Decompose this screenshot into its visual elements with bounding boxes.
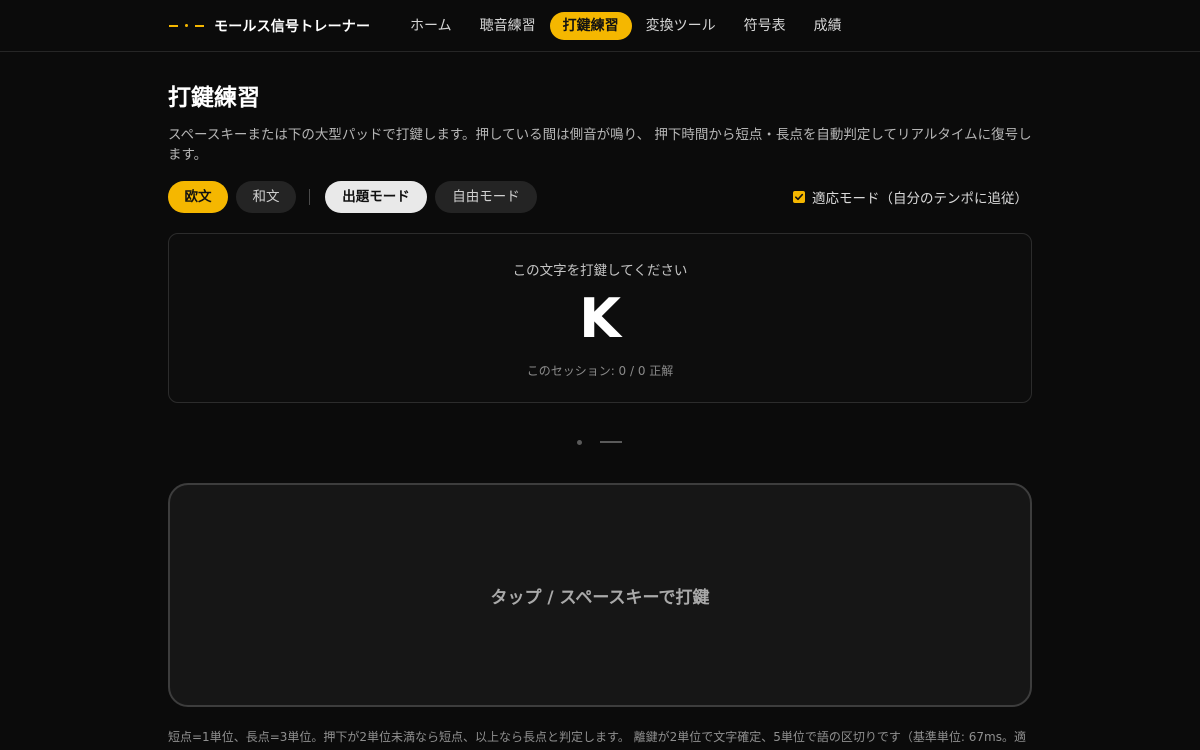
- keying-pad-label: タップ / スペースキーで打鍵: [490, 588, 710, 608]
- adaptive-mode-toggle[interactable]: 適応モード（自分のテンポに追従）: [793, 181, 1028, 213]
- timing-footnote: 短点=1単位、長点=3単位。押下が2単位未満なら短点、以上なら長点と判定します。…: [168, 730, 1026, 744]
- session-score: このセッション: 0 / 0 正解: [526, 364, 674, 378]
- language-japanese-button[interactable]: 和文: [236, 181, 296, 213]
- keying-pad[interactable]: タップ / スペースキーで打鍵: [168, 483, 1032, 707]
- top-navigation-bar: モールス信号トレーナー ホーム 聴音練習 打鍵練習 変換ツール 符号表 成績: [0, 0, 1200, 52]
- free-mode-button[interactable]: 自由モード: [435, 181, 537, 213]
- nav-item-home[interactable]: ホーム: [396, 12, 466, 40]
- divider: [309, 189, 310, 205]
- target-character: K: [579, 287, 621, 350]
- nav-item-results[interactable]: 成績: [800, 12, 856, 40]
- brand-name: モールス信号トレーナー: [214, 18, 371, 35]
- adaptive-mode-checkbox[interactable]: [793, 191, 805, 203]
- morse-dash-icon: [600, 441, 622, 443]
- adaptive-mode-label: 適応モード（自分のテンポに追従）: [812, 191, 1028, 207]
- keyed-signal-display: [577, 438, 622, 446]
- quiz-mode-button[interactable]: 出題モード: [325, 181, 427, 213]
- morse-dot-icon: [577, 439, 582, 445]
- target-card: この文字を打鍵してください K このセッション: 0 / 0 正解: [168, 233, 1032, 403]
- nav-item-listening-practice[interactable]: 聴音練習: [466, 12, 550, 40]
- nav-item-converter[interactable]: 変換ツール: [632, 12, 730, 40]
- check-icon: [795, 193, 804, 201]
- morse-logo-icon: [169, 24, 204, 27]
- language-english-button[interactable]: 欧文: [168, 181, 228, 213]
- target-prompt: この文字を打鍵してください: [512, 263, 688, 279]
- nav-item-keying-practice[interactable]: 打鍵練習: [549, 12, 632, 40]
- nav-item-code-table[interactable]: 符号表: [730, 12, 800, 40]
- brand[interactable]: モールス信号トレーナー: [169, 0, 370, 51]
- page-description: スペースキーまたは下の大型パッドで打鍵します。押している間は側音が鳴り、 押下時…: [168, 127, 1032, 163]
- practice-controls: 欧文 和文 出題モード 自由モード 適応モード（自分のテンポに追従）: [168, 181, 1032, 213]
- page-title: 打鍵練習: [168, 85, 260, 111]
- main-nav: ホーム 聴音練習 打鍵練習 変換ツール 符号表 成績: [396, 12, 856, 40]
